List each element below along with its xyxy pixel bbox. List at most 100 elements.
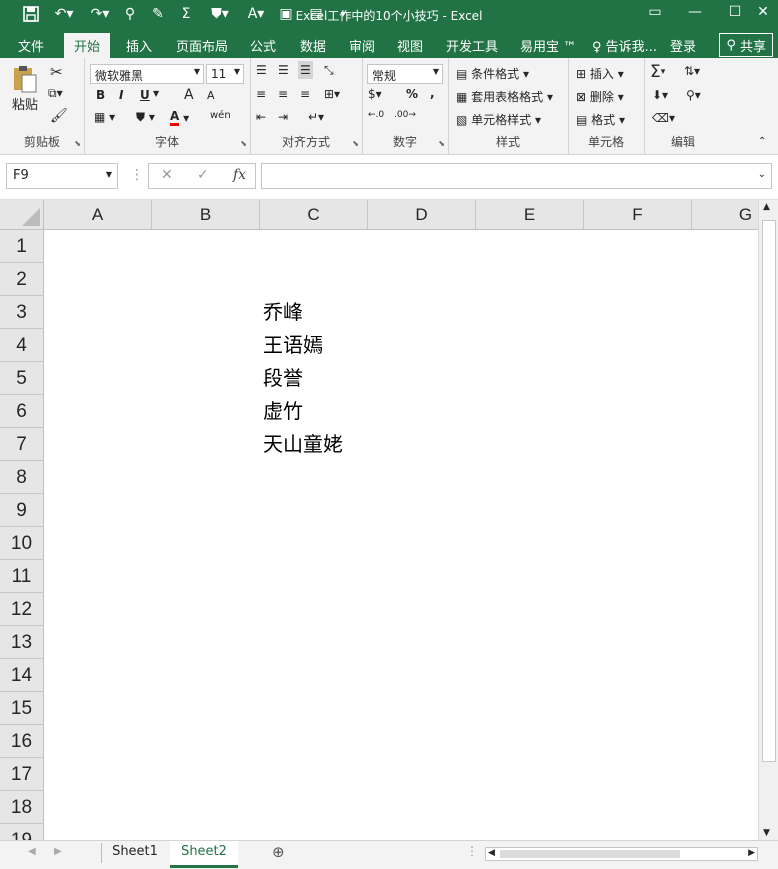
insert-function-icon[interactable]: fx [233,167,246,183]
scroll-left-icon[interactable]: ◀ [488,848,495,858]
scroll-down-icon[interactable]: ▼ [763,828,770,838]
tab-formulas[interactable]: 公式 [250,36,276,55]
dialog-launcher-icon[interactable]: ⬊ [352,139,359,148]
row-header[interactable]: 9 [0,494,44,527]
column-header-d[interactable]: D [368,200,476,230]
dialog-launcher-icon[interactable]: ⬊ [74,139,81,148]
delete-cells-button[interactable]: ⊠ 删除 ▾ [576,88,624,105]
conditional-formatting-button[interactable]: ▤ 条件格式 ▾ [456,65,529,82]
ribbon-display-icon[interactable]: ▭ [640,4,670,20]
cell-c5[interactable]: 段誉 [263,362,303,395]
cell-c3[interactable]: 乔峰 [263,296,303,329]
merge-center-icon[interactable]: ⊞▾ [324,87,340,101]
vertical-scrollbar[interactable]: ▲ ▼ [758,200,778,840]
bold-button[interactable]: B [96,88,105,102]
tab-data[interactable]: 数据 [300,36,326,55]
tab-view[interactable]: 视图 [397,36,423,55]
row-header[interactable]: 14 [0,659,44,692]
row-header[interactable]: 10 [0,527,44,560]
column-header-b[interactable]: B [152,200,260,230]
formula-input[interactable]: ⌄ [261,163,772,189]
currency-icon[interactable]: $▾ [368,87,382,101]
fill-color-icon[interactable]: ⛊ ▾ [136,110,155,125]
collapse-ribbon-icon[interactable]: ⌃ [758,136,766,147]
insert-cells-button[interactable]: ⊞ 插入 ▾ [576,65,624,82]
vertical-scroll-thumb[interactable] [762,220,776,762]
row-header[interactable]: 5 [0,362,44,395]
select-all-button[interactable] [0,200,44,230]
sheet-tab-sheet1[interactable]: Sheet1 [102,841,168,865]
number-format-select[interactable]: 常规 ▼ [367,64,443,84]
row-header[interactable]: 7 [0,428,44,461]
format-cells-button[interactable]: ▤ 格式 ▾ [576,111,625,128]
tab-home[interactable]: 开始 [64,33,111,58]
column-header-c[interactable]: C [260,200,368,230]
clear-icon[interactable]: ⌫▾ [652,111,675,125]
horizontal-scroll-thumb[interactable] [500,850,680,858]
row-header[interactable]: 15 [0,692,44,725]
share-button[interactable]: ⚲ 共享 [719,33,773,57]
align-top-icon[interactable]: ☰ [256,63,267,77]
column-header-a[interactable]: A [44,200,152,230]
sheet-tab-sheet2[interactable]: Sheet2 [170,841,238,868]
underline-button[interactable]: U [140,88,150,102]
comma-button[interactable]: , [430,86,435,100]
font-color-button[interactable]: A ▾ [170,109,189,126]
row-header[interactable]: 17 [0,758,44,791]
login-link[interactable]: 登录 [670,36,696,55]
dialog-launcher-icon[interactable]: ⬊ [240,139,247,148]
orientation-icon[interactable]: ⤡ [324,63,334,78]
dialog-launcher-icon[interactable]: ⬊ [438,139,445,148]
font-size-select[interactable]: 11 ▼ [206,64,244,84]
scroll-up-icon[interactable]: ▲ [763,202,770,212]
increase-decimal-icon[interactable]: ←.0 [368,110,384,120]
find-select-icon[interactable]: ⚲▾ [686,88,701,102]
expand-formula-icon[interactable]: ⌄ [758,169,766,180]
align-left-icon[interactable]: ≡ [256,87,266,101]
tell-me-search[interactable]: ♀ 告诉我... [592,36,657,55]
minimize-icon[interactable]: — [680,4,710,20]
border-icon[interactable]: ▦ ▾ [94,110,115,124]
copy-icon[interactable]: ⧉▾ [48,86,63,101]
row-header[interactable]: 19 [0,824,44,840]
scroll-right-icon[interactable]: ▶ [748,848,755,858]
maximize-icon[interactable]: ☐ [720,4,750,20]
scroll-sheets-left-icon[interactable]: ◀ [28,846,36,857]
column-header-f[interactable]: F [584,200,692,230]
row-header[interactable]: 16 [0,725,44,758]
tab-file[interactable]: 文件 [18,36,44,55]
row-header[interactable]: 2 [0,263,44,296]
format-as-table-button[interactable]: ▦ 套用表格格式 ▾ [456,88,553,105]
phonetic-button[interactable]: wén [210,110,231,121]
row-header[interactable]: 12 [0,593,44,626]
cancel-icon[interactable]: ✕ [161,167,173,183]
align-bottom-icon[interactable]: ☰ [298,61,313,79]
name-box[interactable]: F9 ▼ [6,163,118,189]
tab-easy-tools[interactable]: 易用宝 ™ [520,36,576,55]
align-middle-icon[interactable]: ☰ [278,63,289,77]
italic-button[interactable]: I [119,88,123,102]
paste-button[interactable]: 粘贴 [12,64,38,113]
decrease-indent-icon[interactable]: ⇤ [256,110,266,124]
font-name-select[interactable]: 微软雅黑 ▼ [90,64,204,84]
horizontal-scrollbar[interactable]: ◀ ▶ [485,847,758,861]
grow-font-button[interactable]: A [184,87,194,103]
row-header[interactable]: 1 [0,230,44,263]
add-sheet-icon[interactable]: ⊕ [272,843,285,861]
row-header[interactable]: 8 [0,461,44,494]
autosum-button[interactable]: Σ ▾ [650,62,665,82]
column-header-e[interactable]: E [476,200,584,230]
cell-c6[interactable]: 虚竹 [263,395,303,428]
row-header[interactable]: 13 [0,626,44,659]
tab-insert[interactable]: 插入 [126,36,152,55]
tab-review[interactable]: 审阅 [349,36,375,55]
close-icon[interactable]: ✕ [748,4,778,20]
increase-indent-icon[interactable]: ⇥ [278,110,288,124]
row-header[interactable]: 3 [0,296,44,329]
enter-icon[interactable]: ✓ [197,167,209,183]
align-center-icon[interactable]: ≡ [278,87,288,101]
tab-developer[interactable]: 开发工具 [446,36,498,55]
row-header[interactable]: 18 [0,791,44,824]
cell-c4[interactable]: 王语嫣 [263,329,323,362]
shrink-font-button[interactable]: A [207,89,215,102]
